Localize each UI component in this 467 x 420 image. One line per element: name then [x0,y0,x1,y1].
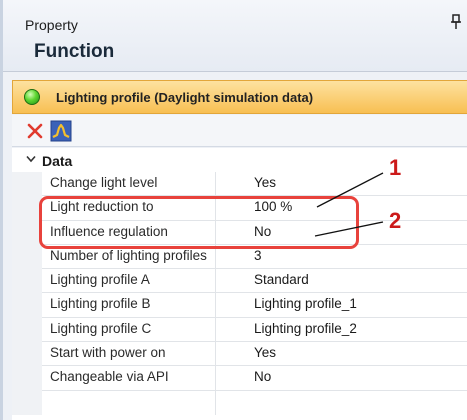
annotation-marker-1: 1 [389,155,402,180]
property-name: Lighting profile A [50,272,150,288]
lighting-profile-title: Lighting profile (Daylight simulation da… [56,90,314,105]
property-name: Start with power on [50,345,166,361]
property-name: Changeable via API [50,369,169,385]
lighting-profile-header[interactable]: Lighting profile (Daylight simulation da… [12,80,467,114]
property-row[interactable]: Start with power on Yes [42,342,467,367]
property-name: Lighting profile C [50,320,152,336]
panel-title: Property [25,17,78,33]
property-name: Change light level [50,175,158,190]
property-value[interactable]: 3 [254,248,262,263]
property-row[interactable]: Lighting profile B Lighting profile_1 [42,293,467,318]
chevron-down-icon[interactable] [26,155,36,163]
property-value[interactable]: Lighting profile_2 [254,321,357,336]
lighting-profile-icon[interactable] [50,120,72,142]
property-row[interactable]: Change light level Yes [42,172,467,197]
data-group-label: Data [42,153,73,169]
property-value[interactable]: Yes [254,345,276,360]
panel-header: Property Function [3,0,467,72]
annotation-marker-2: 2 [389,208,402,233]
property-row[interactable]: Changeable via API No [42,366,467,391]
property-value[interactable]: Lighting profile_1 [254,296,357,311]
property-name: Lighting profile B [50,296,151,312]
highlight-box [39,196,359,249]
property-row[interactable]: Lighting profile C Lighting profile_2 [42,318,467,343]
property-value[interactable]: Yes [254,175,276,190]
property-row[interactable]: Lighting profile A Standard [42,269,467,294]
delete-icon[interactable] [25,121,45,141]
toolbar [12,115,467,147]
property-name: Number of lighting profiles [50,247,207,263]
property-value[interactable]: Standard [254,272,309,287]
function-heading: Function [34,41,115,62]
property-panel: Property Function Lighting profile (Dayl… [0,0,467,420]
pin-icon[interactable] [450,14,462,30]
grid-gutter [12,172,42,415]
property-grid: Data Change light level Yes Light reduct… [12,148,467,420]
status-light-icon [24,89,40,105]
property-value[interactable]: No [254,369,271,384]
